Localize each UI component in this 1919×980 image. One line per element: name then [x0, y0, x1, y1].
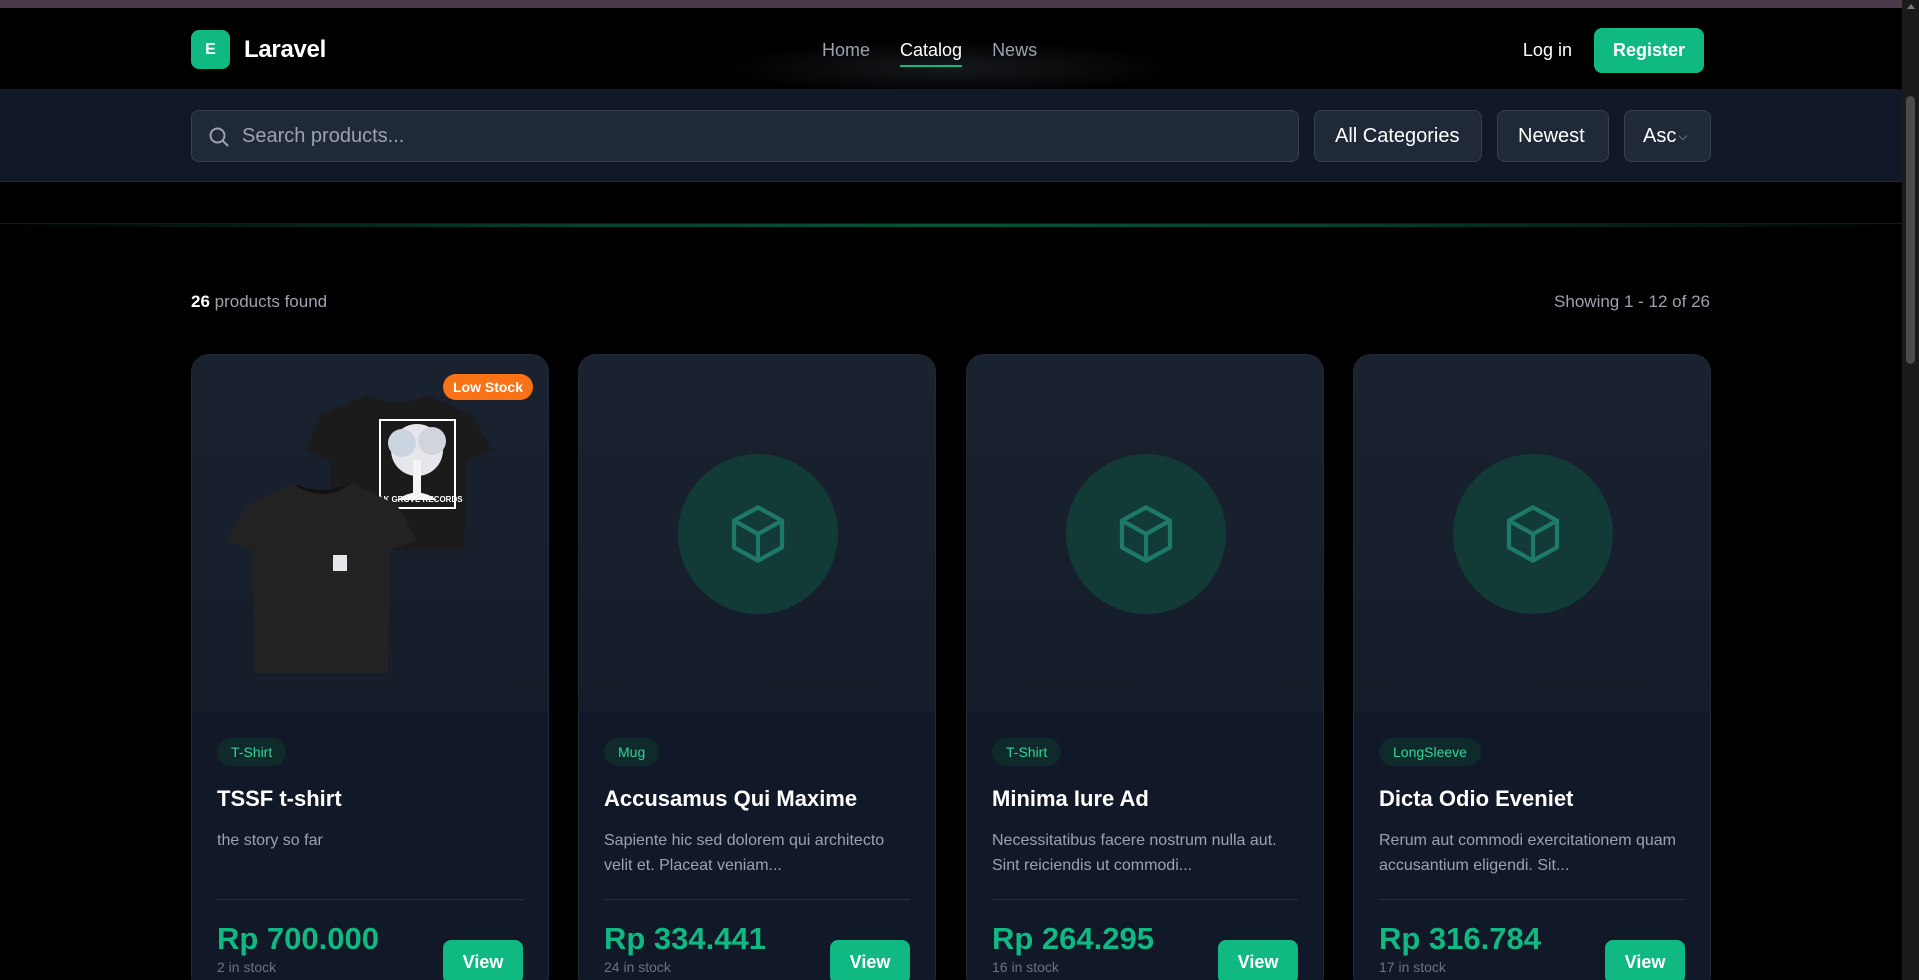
- product-name[interactable]: Dicta Odio Eveniet: [1379, 786, 1685, 812]
- filter-bar: All Categories Newest Asc ⌵: [0, 90, 1902, 182]
- card-divider: [217, 899, 523, 900]
- category-select[interactable]: All Categories: [1314, 110, 1482, 162]
- product-image[interactable]: [1354, 355, 1710, 712]
- window-top-strip: [0, 0, 1919, 8]
- cube-icon: [731, 505, 785, 563]
- category-tag[interactable]: T-Shirt: [992, 738, 1062, 766]
- card-divider: [604, 899, 910, 900]
- low-stock-badge: Low Stock: [442, 374, 533, 400]
- sort-select-value: Newest: [1518, 124, 1585, 147]
- product-name[interactable]: Minima Iure Ad: [992, 786, 1298, 812]
- scroll-up-arrow-icon[interactable]: [1907, 4, 1915, 9]
- auth-links: Log in Register: [1523, 28, 1704, 73]
- category-tag[interactable]: Mug: [604, 738, 660, 766]
- product-description: Rerum aut commodi exercitationem quam ac…: [1379, 832, 1677, 874]
- app-name: Laravel: [244, 35, 326, 63]
- product-card[interactable]: OAK GROVE RECORDS Low Stock T-Shirt TSSF…: [191, 354, 549, 980]
- login-link[interactable]: Log in: [1523, 40, 1572, 61]
- category-select-value: All Categories: [1335, 124, 1460, 147]
- results-count: 26 products found: [191, 292, 327, 312]
- main-nav: Home Catalog News: [822, 40, 1037, 67]
- product-description: Necessitatibus facere nostrum nulla aut.…: [992, 832, 1277, 874]
- category-tag[interactable]: LongSleeve: [1379, 738, 1481, 766]
- search-icon: [209, 127, 229, 147]
- product-card[interactable]: T-Shirt Minima Iure Ad Necessitatibus fa…: [966, 354, 1324, 980]
- results-count-label: products found: [209, 292, 328, 311]
- product-card[interactable]: Mug Accusamus Qui Maxime Sapiente hic se…: [578, 354, 936, 980]
- results-count-number: 26: [191, 292, 210, 311]
- card-divider: [992, 899, 1298, 900]
- results-range: Showing 1 - 12 of 26: [1554, 292, 1710, 311]
- nav-news[interactable]: News: [992, 40, 1037, 67]
- section-divider: [0, 223, 1902, 227]
- logo-mark: E: [191, 30, 230, 69]
- search-input[interactable]: [242, 124, 1298, 148]
- product-description: the story so far: [217, 832, 323, 849]
- cube-icon: [1119, 505, 1173, 563]
- tshirt-image: OAK GROVE RECORDS: [225, 395, 492, 673]
- search-box[interactable]: [191, 110, 1299, 162]
- product-description: Sapiente hic sed dolorem qui architecto …: [604, 832, 885, 874]
- product-name[interactable]: TSSF t-shirt: [217, 786, 523, 812]
- product-image[interactable]: [967, 355, 1323, 712]
- card-divider: [1379, 899, 1685, 900]
- product-image[interactable]: [579, 355, 935, 712]
- product-card[interactable]: LongSleeve Dicta Odio Eveniet Rerum aut …: [1353, 354, 1711, 980]
- site-header: E Laravel Home Catalog News Log in Regis…: [0, 8, 1902, 96]
- view-button[interactable]: View: [1605, 940, 1685, 980]
- product-image[interactable]: OAK GROVE RECORDS Low Stock: [192, 355, 548, 712]
- cube-icon: [1506, 505, 1560, 563]
- view-button[interactable]: View: [443, 940, 523, 980]
- register-button[interactable]: Register: [1593, 28, 1704, 73]
- sort-select[interactable]: Newest: [1497, 110, 1609, 162]
- placeholder-circle: [1066, 454, 1226, 614]
- scrollbar-thumb[interactable]: [1906, 96, 1915, 364]
- nav-catalog[interactable]: Catalog: [900, 40, 963, 67]
- placeholder-circle: [1453, 454, 1613, 614]
- order-select-value: Asc: [1643, 124, 1677, 147]
- scrollbar[interactable]: [1902, 0, 1919, 980]
- view-button[interactable]: View: [1218, 940, 1298, 980]
- view-button[interactable]: View: [830, 940, 910, 980]
- logo[interactable]: E Laravel: [191, 30, 326, 69]
- nav-home[interactable]: Home: [822, 40, 870, 67]
- product-name[interactable]: Accusamus Qui Maxime: [604, 786, 910, 812]
- chevron-down-icon: ⌵: [1678, 128, 1688, 143]
- category-tag[interactable]: T-Shirt: [217, 738, 287, 766]
- placeholder-circle: [678, 454, 838, 614]
- order-select[interactable]: Asc ⌵: [1624, 110, 1711, 162]
